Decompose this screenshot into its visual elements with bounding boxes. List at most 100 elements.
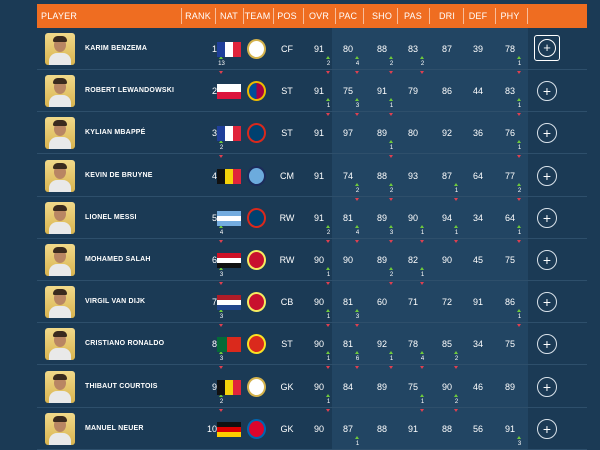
player-rank: 2 — [187, 70, 217, 112]
plus-icon: + — [542, 294, 552, 311]
header-team[interactable]: TEAM — [244, 4, 271, 28]
boost-value: 1 — [517, 61, 522, 67]
boost-value: 2 — [219, 145, 224, 152]
player-row[interactable]: KEVIN DE BRUYNE 4 CM 91 74 2 88 2 93 87 1 6… — [37, 155, 587, 201]
stat-sho: 60 — [370, 281, 394, 323]
stat-pas: 80 — [401, 112, 425, 154]
table-header: PLAYER RANK NAT TEAM POS OVR PAC SHO PAS… — [37, 4, 587, 28]
boost-value: 1 — [326, 398, 331, 405]
boost-up-icon — [517, 140, 521, 144]
stat-pas: 93 — [401, 155, 425, 197]
player-row[interactable]: KARIM BENZEMA 1 13 CF 91 2 80 4 88 2 83 2 87 … — [37, 28, 587, 74]
player-rank: 73 — [187, 281, 223, 328]
boost-value: 1 — [355, 440, 360, 447]
add-player-button[interactable]: + — [537, 376, 557, 397]
add-player-button[interactable]: + — [537, 334, 557, 355]
boost-value: 3 — [389, 229, 394, 236]
boost-value: 2 — [326, 61, 331, 67]
boost-up-icon — [326, 98, 330, 102]
player-name[interactable]: THIBAUT COURTOIS — [85, 366, 158, 408]
header-def[interactable]: DEF — [466, 4, 490, 28]
boost-up-icon — [389, 224, 393, 228]
header-phy[interactable]: PHY — [498, 4, 522, 28]
player-row[interactable]: MANUEL NEUER 10 GK 90 87 1 88 91 88 56 91… — [37, 408, 587, 450]
player-name[interactable]: MANUEL NEUER — [85, 408, 144, 450]
real-madrid-badge — [247, 39, 266, 59]
player-avatar — [45, 412, 75, 445]
add-player-button[interactable]: + — [534, 35, 560, 61]
player-row[interactable]: ROBERT LEWANDOWSKI 2 ST 91 1 75 3 91 1 79 8… — [37, 70, 587, 117]
player-name[interactable]: KARIM BENZEMA — [85, 28, 147, 70]
ovr-value: 91 — [313, 170, 324, 181]
barcelona-badge — [247, 81, 266, 102]
player-name[interactable]: MOHAMED SALAH — [85, 239, 151, 281]
player-position: ST — [281, 86, 293, 97]
header-dri[interactable]: DRI — [435, 4, 459, 28]
stat-pas: 82 1 — [401, 239, 425, 285]
boost-up-icon — [517, 224, 521, 228]
boost-value: 1 — [420, 229, 425, 236]
stat-phy: 75 — [498, 239, 522, 281]
header-sho[interactable]: SHO — [370, 4, 394, 28]
header-pac[interactable]: PAC — [336, 4, 360, 28]
stat-dri: 72 — [435, 281, 459, 323]
player-ovr: 91 2 — [307, 28, 331, 74]
stat-pas: 75 1 — [401, 366, 425, 412]
plus-icon: + — [542, 125, 552, 142]
boost-up-icon — [355, 435, 359, 439]
player-row[interactable]: THIBAUT COURTOIS 92 GK 90 1 84 89 75 1 90 2… — [37, 366, 587, 412]
player-rank: 10 — [187, 408, 217, 450]
stat-pac: 74 2 — [336, 155, 360, 201]
boost-up-icon — [454, 182, 458, 186]
add-player-button[interactable]: + — [537, 250, 557, 270]
boost-value: 3 — [219, 314, 224, 321]
stat-phy: 75 — [498, 323, 522, 365]
header-pos[interactable]: POS — [275, 4, 299, 28]
player-row[interactable]: CRISTIANO RONALDO 83 ST 90 1 81 6 92 1 78 4 … — [37, 323, 587, 370]
add-player-button[interactable]: + — [537, 292, 557, 313]
stat-def: 39 — [466, 28, 490, 70]
plus-icon: + — [542, 378, 552, 395]
player-rank: 32 — [187, 112, 223, 159]
player-row[interactable]: MOHAMED SALAH 63 RW 90 1 90 89 2 82 1 90 45… — [37, 239, 587, 285]
boost-up-icon — [454, 393, 458, 397]
psg-badge — [247, 207, 266, 228]
header-divider — [303, 8, 304, 24]
stat-sho: 88 — [370, 408, 394, 450]
player-ovr: 91 2 — [307, 197, 331, 243]
psg-badge — [247, 123, 266, 144]
player-name[interactable]: VIRGIL VAN DIJK — [85, 281, 145, 323]
liverpool-badge — [247, 250, 266, 270]
boost-up-icon — [517, 98, 521, 102]
stat-def: 44 — [466, 70, 490, 112]
boost-value: 2 — [517, 187, 522, 194]
stat-def: 34 — [466, 197, 490, 239]
player-row[interactable]: KYLIAN MBAPPÉ 32 ST 91 97 89 1 80 92 36 7… — [37, 112, 587, 159]
boost-up-icon — [389, 140, 393, 144]
header-nat[interactable]: NAT — [217, 4, 241, 28]
boost-value: 2 — [389, 187, 394, 194]
player-name[interactable]: CRISTIANO RONALDO — [85, 323, 164, 365]
add-player-button[interactable]: + — [537, 81, 557, 102]
header-pas[interactable]: PAS — [401, 4, 425, 28]
header-rank[interactable]: RANK — [183, 4, 213, 28]
player-rank: 92 — [187, 366, 223, 412]
player-name[interactable]: KEVIN DE BRUYNE — [85, 155, 153, 197]
add-player-button[interactable]: + — [537, 123, 557, 144]
add-player-button[interactable]: + — [537, 207, 557, 228]
header-player[interactable]: PLAYER — [41, 4, 81, 28]
add-player-button[interactable]: + — [537, 165, 557, 186]
player-row[interactable]: VIRGIL VAN DIJK 73 CB 90 1 81 3 60 71 72 9… — [37, 281, 587, 328]
player-avatar — [45, 33, 75, 65]
player-position: RW — [279, 255, 295, 265]
player-name[interactable]: KYLIAN MBAPPÉ — [85, 112, 146, 154]
player-name[interactable]: LIONEL MESSI — [85, 197, 137, 239]
player-row[interactable]: LIONEL MESSI 54 RW 91 2 81 4 89 3 90 1 94 1 3… — [37, 197, 587, 243]
player-name[interactable]: ROBERT LEWANDOWSKI — [85, 70, 174, 112]
stat-pac: 81 3 — [336, 281, 360, 328]
add-player-button[interactable]: + — [537, 418, 557, 439]
boost-value: 1 — [454, 187, 459, 194]
header-ovr[interactable]: OVR — [307, 4, 331, 28]
header-divider — [527, 8, 528, 24]
boost-value: 2 — [355, 187, 360, 194]
